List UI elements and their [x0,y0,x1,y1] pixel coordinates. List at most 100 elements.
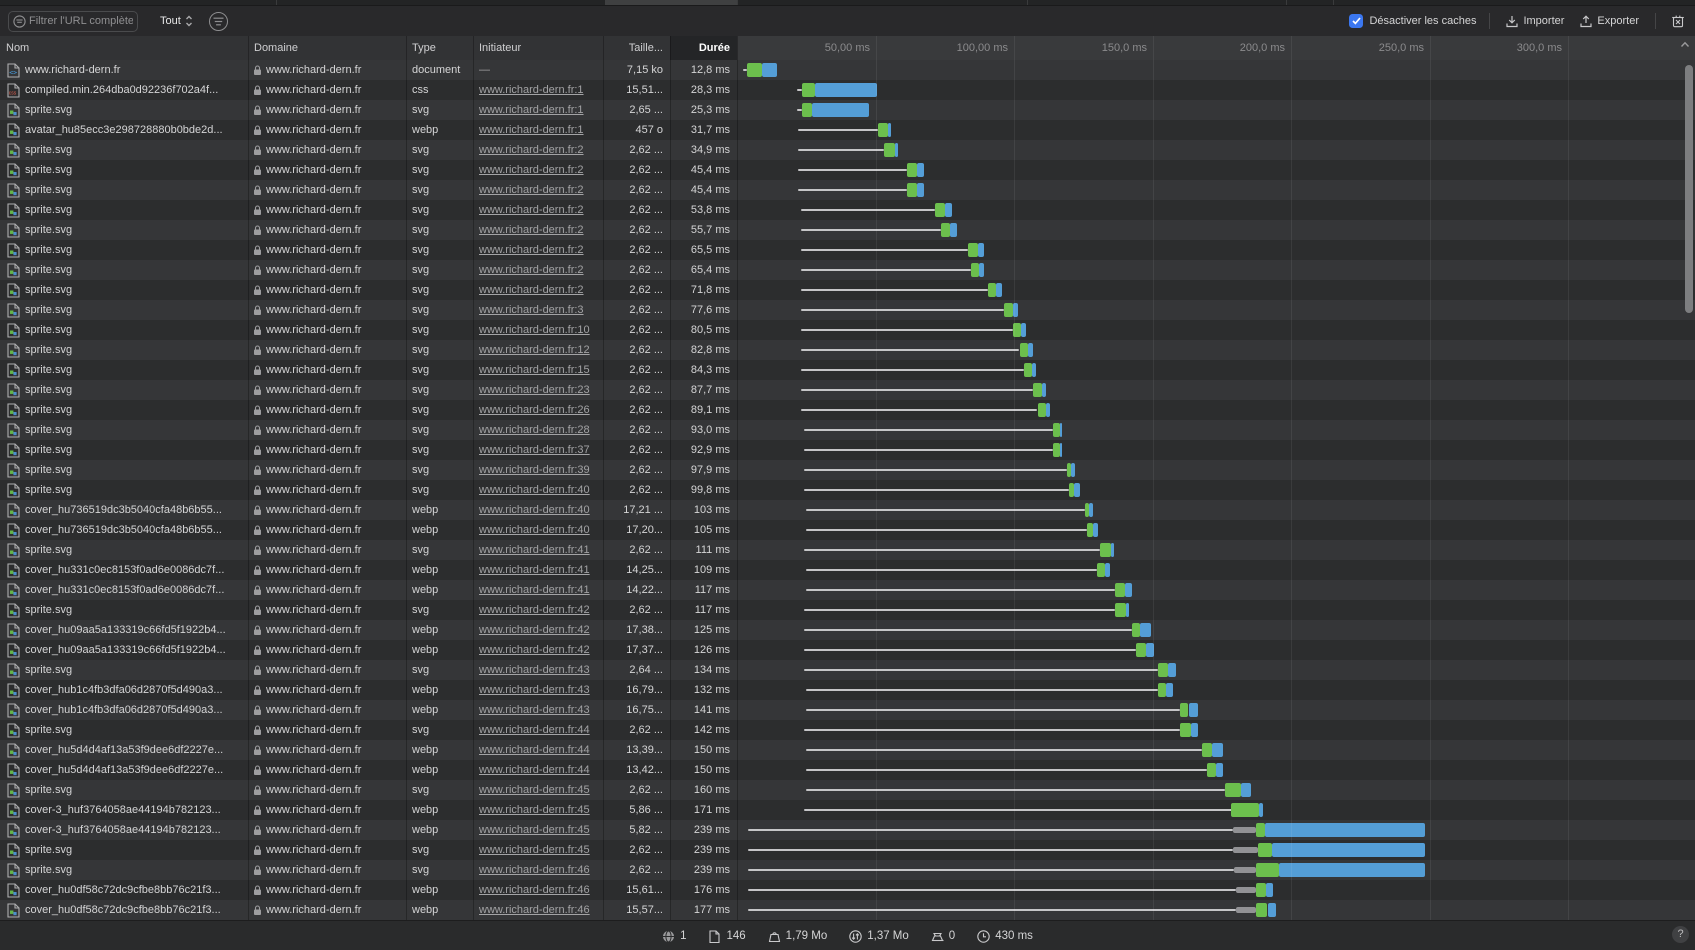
initiator-link[interactable]: www.richard-dern.fr:44 [479,724,590,736]
request-row[interactable]: cover_hu09aa5a133319c66fd5f1922b4... www… [0,620,1695,640]
request-row[interactable]: sprite.svg www.richard-dern.fr svg www.r… [0,660,1695,680]
request-row[interactable]: cover_hu5d4d4af13a53f9dee6df2227e... www… [0,760,1695,780]
request-row[interactable]: sprite.svg www.richard-dern.fr svg www.r… [0,420,1695,440]
initiator-link[interactable]: www.richard-dern.fr:2 [479,264,584,276]
request-row[interactable]: avatar_hu85ecc3e298728880b0bde2d... www.… [0,120,1695,140]
initiator-link[interactable]: www.richard-dern.fr:44 [479,744,590,756]
filter-options-menu-button[interactable] [209,12,228,31]
initiator-link[interactable]: www.richard-dern.fr:2 [479,144,584,156]
initiator-link[interactable]: www.richard-dern.fr:41 [479,564,590,576]
request-row[interactable]: sprite.svg www.richard-dern.fr svg www.r… [0,840,1695,860]
initiator-link[interactable]: www.richard-dern.fr:45 [479,784,590,796]
request-row[interactable]: sprite.svg www.richard-dern.fr svg www.r… [0,300,1695,320]
resource-type-select[interactable]: Tout [160,15,193,27]
request-row[interactable]: sprite.svg www.richard-dern.fr svg www.r… [0,320,1695,340]
request-row[interactable]: sprite.svg www.richard-dern.fr svg www.r… [0,860,1695,880]
request-row[interactable]: sprite.svg www.richard-dern.fr svg www.r… [0,340,1695,360]
request-row[interactable]: cover-3_huf3764058ae44194b782123... www.… [0,800,1695,820]
request-row[interactable]: sprite.svg www.richard-dern.fr svg www.r… [0,140,1695,160]
initiator-link[interactable]: www.richard-dern.fr:45 [479,844,590,856]
col-header-nom[interactable]: Nom [6,36,29,60]
request-row[interactable]: sprite.svg www.richard-dern.fr svg www.r… [0,360,1695,380]
request-row[interactable]: sprite.svg www.richard-dern.fr svg www.r… [0,780,1695,800]
url-filter-input[interactable] [26,15,137,27]
export-button[interactable]: Exporter [1577,13,1642,30]
request-row[interactable]: <> www.richard-dern.fr www.richard-dern.… [0,60,1695,80]
initiator-link[interactable]: www.richard-dern.fr:2 [479,224,584,236]
initiator-link[interactable]: www.richard-dern.fr:3 [479,304,584,316]
request-row[interactable]: sprite.svg www.richard-dern.fr svg www.r… [0,100,1695,120]
import-button[interactable]: Importer [1503,13,1567,30]
request-row[interactable]: cover-3_huf3764058ae44194b782123... www.… [0,820,1695,840]
initiator-link[interactable]: www.richard-dern.fr:40 [479,504,590,516]
request-row[interactable]: cover_hu5d4d4af13a53f9dee6df2227e... www… [0,740,1695,760]
request-row[interactable]: sprite.svg www.richard-dern.fr svg www.r… [0,200,1695,220]
initiator-link[interactable]: www.richard-dern.fr:41 [479,544,590,556]
request-row[interactable]: cover_hu736519dc3b5040cfa48b6b55... www.… [0,520,1695,540]
initiator-link[interactable]: www.richard-dern.fr:1 [479,104,584,116]
initiator-link[interactable]: www.richard-dern.fr:42 [479,604,590,616]
request-row[interactable]: sprite.svg www.richard-dern.fr svg www.r… [0,460,1695,480]
initiator-link[interactable]: www.richard-dern.fr:42 [479,644,590,656]
request-row[interactable]: sprite.svg www.richard-dern.fr svg www.r… [0,720,1695,740]
initiator-link[interactable]: www.richard-dern.fr:2 [479,204,584,216]
initiator-link[interactable]: www.richard-dern.fr:45 [479,804,590,816]
checkbox-checked-icon[interactable] [1349,14,1363,28]
initiator-link[interactable]: www.richard-dern.fr:43 [479,664,590,676]
request-row[interactable]: sprite.svg www.richard-dern.fr svg www.r… [0,480,1695,500]
request-row[interactable]: sprite.svg www.richard-dern.fr svg www.r… [0,440,1695,460]
request-row[interactable]: sprite.svg www.richard-dern.fr svg www.r… [0,220,1695,240]
request-row[interactable]: sprite.svg www.richard-dern.fr svg www.r… [0,280,1695,300]
request-row[interactable]: cover_hu0df58c72dc9cfbe8bb76c21f3... www… [0,880,1695,900]
initiator-link[interactable]: www.richard-dern.fr:37 [479,444,590,456]
initiator-link[interactable]: www.richard-dern.fr:2 [479,284,584,296]
initiator-link[interactable]: www.richard-dern.fr:46 [479,884,590,896]
request-row[interactable]: cover_hu736519dc3b5040cfa48b6b55... www.… [0,500,1695,520]
initiator-link[interactable]: www.richard-dern.fr:45 [479,824,590,836]
request-row[interactable]: sprite.svg www.richard-dern.fr svg www.r… [0,400,1695,420]
help-button[interactable]: ? [1672,926,1689,943]
initiator-link[interactable]: www.richard-dern.fr:1 [479,124,584,136]
initiator-link[interactable]: www.richard-dern.fr:1 [479,84,584,96]
initiator-link[interactable]: www.richard-dern.fr:46 [479,904,590,916]
request-row[interactable]: cover_hub1c4fb3dfa06d2870f5d490a3... www… [0,700,1695,720]
request-row[interactable]: sprite.svg www.richard-dern.fr svg www.r… [0,240,1695,260]
col-header-taille[interactable]: Taille... [575,36,663,60]
vertical-scrollbar-thumb[interactable] [1685,65,1693,313]
request-row[interactable]: cover_hu09aa5a133319c66fd5f1922b4... www… [0,640,1695,660]
initiator-link[interactable]: www.richard-dern.fr:40 [479,524,590,536]
initiator-link[interactable]: www.richard-dern.fr:43 [479,684,590,696]
initiator-link[interactable]: www.richard-dern.fr:40 [479,484,590,496]
request-row[interactable]: sprite.svg www.richard-dern.fr svg www.r… [0,160,1695,180]
request-row[interactable]: cover_hub1c4fb3dfa06d2870f5d490a3... www… [0,680,1695,700]
initiator-link[interactable]: www.richard-dern.fr:41 [479,584,590,596]
initiator-link[interactable]: www.richard-dern.fr:39 [479,464,590,476]
initiator-link[interactable]: www.richard-dern.fr:42 [479,624,590,636]
request-row[interactable]: cover_hu0df58c72dc9cfbe8bb76c21f3... www… [0,900,1695,920]
initiator-link[interactable]: www.richard-dern.fr:2 [479,164,584,176]
clear-network-items-button[interactable] [1669,12,1687,30]
request-row[interactable]: cover_hu331c0ec8153f0ad6e0086dc7f... www… [0,560,1695,580]
request-row[interactable]: sprite.svg www.richard-dern.fr svg www.r… [0,600,1695,620]
initiator-link[interactable]: www.richard-dern.fr:26 [479,404,590,416]
col-header-duree-sorted[interactable]: Durée [670,36,737,60]
request-row[interactable]: cover_hu331c0ec8153f0ad6e0086dc7f... www… [0,580,1695,600]
initiator-link[interactable]: www.richard-dern.fr:46 [479,864,590,876]
request-row[interactable]: sprite.svg www.richard-dern.fr svg www.r… [0,540,1695,560]
initiator-link[interactable]: www.richard-dern.fr:2 [479,184,584,196]
request-row[interactable]: sprite.svg www.richard-dern.fr svg www.r… [0,180,1695,200]
col-header-domaine[interactable]: Domaine [254,36,298,60]
initiator-link[interactable]: www.richard-dern.fr:44 [479,764,590,776]
request-row[interactable]: css compiled.min.264dba0d92236f702a4f...… [0,80,1695,100]
col-header-type[interactable]: Type [412,36,436,60]
initiator-link[interactable]: www.richard-dern.fr:10 [479,324,590,336]
initiator-link[interactable]: www.richard-dern.fr:23 [479,384,590,396]
initiator-link[interactable]: www.richard-dern.fr:28 [479,424,590,436]
initiator-link[interactable]: www.richard-dern.fr:12 [479,344,590,356]
disable-caches-toggle[interactable]: Désactiver les caches [1349,14,1476,28]
col-header-initiateur[interactable]: Initiateur [479,36,521,60]
scroll-up-chevron-icon[interactable] [1680,41,1690,48]
initiator-link[interactable]: www.richard-dern.fr:15 [479,364,590,376]
request-row[interactable]: sprite.svg www.richard-dern.fr svg www.r… [0,260,1695,280]
request-row[interactable]: sprite.svg www.richard-dern.fr svg www.r… [0,380,1695,400]
